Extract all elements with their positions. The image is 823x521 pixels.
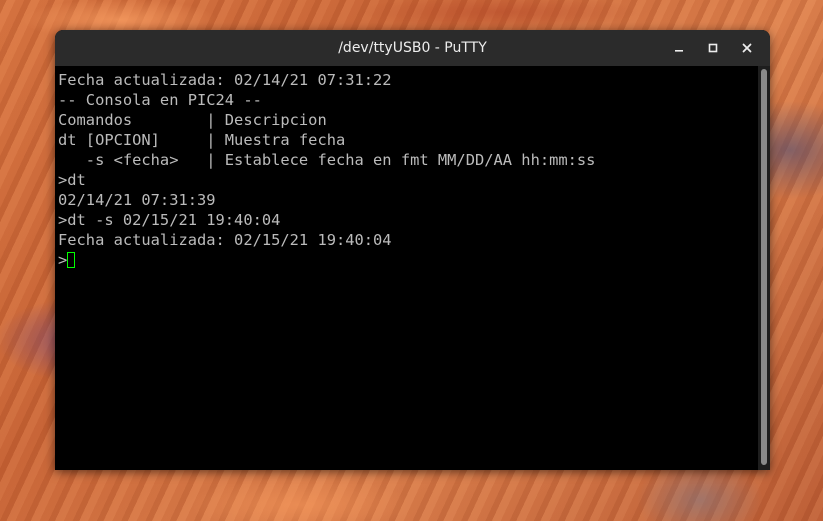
terminal-line: Fecha actualizada: 02/14/21 07:31:22	[58, 71, 392, 89]
vertical-scrollbar[interactable]	[758, 66, 770, 470]
terminal-line: dt [OPCION] | Muestra fecha	[58, 131, 346, 149]
terminal-line: >dt -s 02/15/21 19:40:04	[58, 211, 281, 229]
prompt: >	[58, 251, 68, 269]
maximize-icon	[708, 43, 718, 53]
maximize-button[interactable]	[696, 34, 730, 62]
minimize-icon	[675, 50, 683, 52]
close-button[interactable]	[730, 34, 764, 62]
terminal-line: Comandos | Descripcion	[58, 111, 327, 129]
terminal-area[interactable]: Fecha actualizada: 02/14/21 07:31:22 -- …	[55, 66, 758, 470]
minimize-button[interactable]	[662, 34, 696, 62]
terminal-line: >dt	[58, 171, 86, 189]
close-icon	[742, 43, 752, 53]
title-bar[interactable]: /dev/ttyUSB0 - PuTTY	[55, 30, 770, 66]
prompt-line[interactable]: >	[58, 250, 758, 270]
window-controls	[662, 30, 764, 66]
putty-window: /dev/ttyUSB0 - PuTTY Fecha actualizada: …	[55, 30, 770, 470]
scrollbar-thumb[interactable]	[761, 69, 767, 465]
text-cursor	[67, 252, 76, 268]
terminal-line: -- Consola en PIC24 --	[58, 91, 262, 109]
terminal-line: Fecha actualizada: 02/15/21 19:40:04	[58, 231, 392, 249]
terminal-line: 02/14/21 07:31:39	[58, 191, 216, 209]
window-title: /dev/ttyUSB0 - PuTTY	[338, 40, 487, 56]
terminal-line: -s <fecha> | Establece fecha en fmt MM/D…	[58, 151, 596, 169]
